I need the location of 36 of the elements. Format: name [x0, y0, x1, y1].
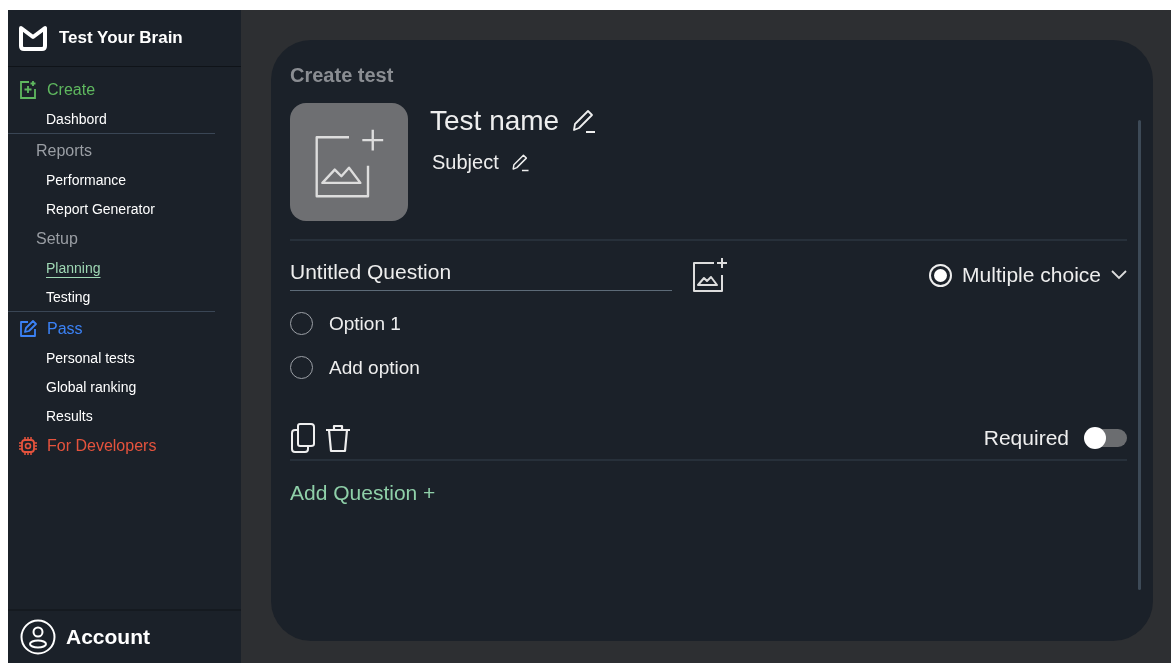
- trash-icon[interactable]: [324, 423, 352, 453]
- add-image-button[interactable]: [290, 103, 408, 221]
- nav-item[interactable]: Planning: [8, 254, 241, 283]
- card-title: Create test: [290, 64, 395, 87]
- scrollbar[interactable]: [1138, 120, 1141, 590]
- nav-item[interactable]: Personal tests: [8, 344, 241, 373]
- test-name: Test name: [430, 105, 560, 137]
- nav-group-heading: Setup: [35, 229, 79, 249]
- option-label: Option 1: [329, 312, 401, 335]
- nav-section-link[interactable]: Pass: [8, 314, 241, 344]
- question-title-field[interactable]: Untitled Question: [290, 259, 672, 291]
- subject: Subject: [432, 151, 499, 174]
- nav-item[interactable]: Global ranking: [8, 373, 241, 402]
- chip-icon: [18, 436, 38, 456]
- nav-section-link[interactable]: For Developers: [8, 431, 241, 461]
- nav-item[interactable]: Testing: [8, 283, 215, 312]
- copy-icon[interactable]: [290, 423, 316, 453]
- option-label: Add option: [329, 356, 420, 379]
- nav-group-heading: Reports: [35, 141, 94, 161]
- add-question-link[interactable]: Add Question +: [290, 481, 436, 505]
- app-title: Test Your Brain: [59, 28, 183, 48]
- required-toggle[interactable]: [1085, 429, 1127, 447]
- question-type-dropdown[interactable]: Multiple choice: [929, 263, 1127, 287]
- nav-item[interactable]: Performance: [8, 166, 241, 195]
- edit-icon: [18, 319, 38, 339]
- user-icon: [20, 619, 56, 655]
- pencil-icon[interactable]: [571, 108, 598, 134]
- nav-item[interactable]: Results: [8, 402, 241, 431]
- add-image-icon[interactable]: [692, 257, 728, 293]
- nav-item[interactable]: Report Generator: [8, 195, 241, 224]
- required-label: Required: [983, 426, 1069, 450]
- chevron-down-icon: [1111, 270, 1127, 280]
- pencil-icon[interactable]: [510, 153, 530, 172]
- logo-icon: [18, 25, 48, 51]
- nav-section-link[interactable]: Create: [8, 75, 241, 105]
- nav-item[interactable]: Dashbord: [8, 105, 215, 134]
